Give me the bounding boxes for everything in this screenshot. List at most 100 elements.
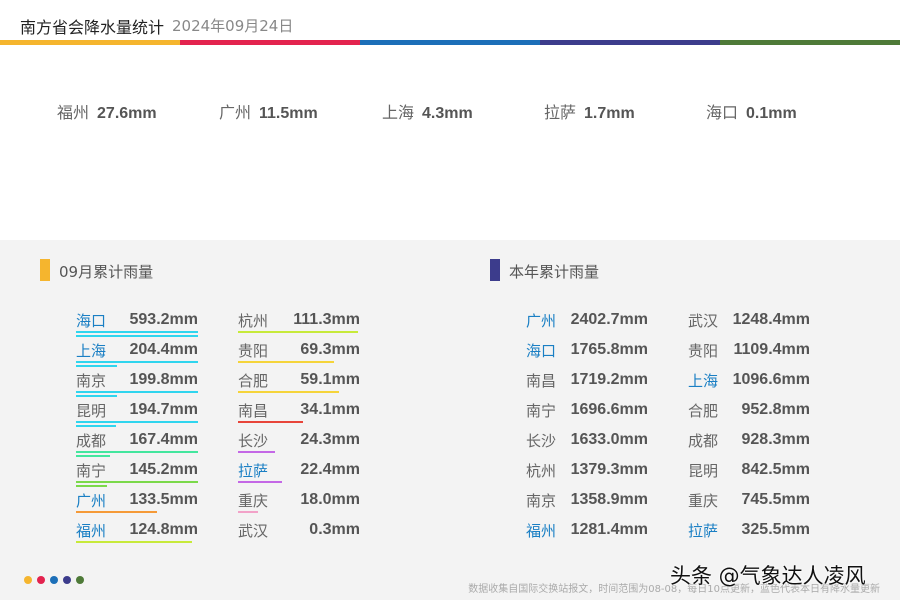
city-name: 昆明 <box>76 402 107 420</box>
page-date: 2024年09月24日 <box>172 17 294 35</box>
city-name: 拉萨 <box>238 462 269 480</box>
yearly-row: 南京 1358.9mm <box>526 490 648 520</box>
rain-bar <box>238 391 339 393</box>
yearly-row: 武汉 1248.4mm <box>688 310 810 340</box>
precipitation-value: 199.8mm <box>129 371 199 388</box>
precipitation-value: 69.3mm <box>300 341 360 358</box>
rain-bar <box>76 365 117 367</box>
precipitation-value: 145.2mm <box>129 461 199 478</box>
yearly-row: 上海 1096.6mm <box>688 370 810 400</box>
rain-bar <box>76 485 107 487</box>
city-name: 拉萨 <box>688 522 719 540</box>
today-item: 拉萨 1.7mm <box>544 99 635 123</box>
rain-bar <box>76 481 198 483</box>
precipitation-value: 1379.3mm <box>570 461 648 478</box>
city-name: 南京 <box>76 372 107 390</box>
city-name: 合肥 <box>688 402 719 420</box>
yearly-row: 南宁 1696.6mm <box>526 400 648 430</box>
rain-bar <box>76 421 198 423</box>
city-name: 杭州 <box>526 462 557 480</box>
rain-bar <box>238 511 258 513</box>
color-dot <box>24 576 32 584</box>
city-name: 南昌 <box>238 402 269 420</box>
precipitation-value: 111.3mm <box>293 311 360 328</box>
precipitation-value: 1719.2mm <box>570 371 648 388</box>
monthly-row: 福州 124.8mm <box>76 520 198 550</box>
precipitation-value: 59.1mm <box>300 371 360 388</box>
rain-bar <box>76 335 198 337</box>
precipitation-value: 928.3mm <box>741 431 811 448</box>
yearly-title: 本年累计雨量 <box>509 263 600 281</box>
precipitation-value: 4.3mm <box>422 105 473 122</box>
yearly-row: 杭州 1379.3mm <box>526 460 648 490</box>
city-name: 广州 <box>76 492 107 510</box>
yearly-row: 福州 1281.4mm <box>526 520 648 550</box>
yearly-row: 重庆 745.5mm <box>688 490 810 520</box>
city-name: 福州 <box>57 103 90 122</box>
monthly-row: 上海 204.4mm <box>76 340 198 370</box>
city-name: 南宁 <box>76 462 107 480</box>
rain-bar <box>76 455 110 457</box>
city-name: 海口 <box>706 103 739 122</box>
monthly-row: 成都 167.4mm <box>76 430 198 460</box>
precipitation-value: 24.3mm <box>300 431 360 448</box>
city-name: 合肥 <box>238 372 269 390</box>
city-name: 贵阳 <box>688 342 719 360</box>
city-name: 南京 <box>526 492 557 510</box>
precipitation-value: 593.2mm <box>129 311 199 328</box>
city-name: 上海 <box>76 342 107 360</box>
today-item: 福州 27.6mm <box>57 99 157 123</box>
precipitation-value: 27.6mm <box>97 105 157 122</box>
precipitation-value: 11.5mm <box>259 105 318 122</box>
city-name: 上海 <box>382 103 415 122</box>
monthly-row: 杭州 111.3mm <box>238 310 360 340</box>
precipitation-value: 745.5mm <box>741 491 811 508</box>
yearly-row: 广州 2402.7mm <box>526 310 648 340</box>
rain-bar <box>76 391 198 393</box>
rain-bar <box>76 361 198 363</box>
color-dot <box>37 576 45 584</box>
yearly-row: 拉萨 325.5mm <box>688 520 810 550</box>
rain-bar <box>238 481 282 483</box>
precipitation-value: 842.5mm <box>741 461 811 478</box>
city-name: 贵阳 <box>238 342 269 360</box>
monthly-row: 南宁 145.2mm <box>76 460 198 490</box>
city-name: 长沙 <box>526 432 557 450</box>
monthly-row: 南昌 34.1mm <box>238 400 360 430</box>
yearly-row: 昆明 842.5mm <box>688 460 810 490</box>
monthly-row: 武汉 0.3mm <box>238 520 360 550</box>
monthly-title: 09月累计雨量 <box>59 263 154 281</box>
precipitation-value: 1248.4mm <box>732 311 810 328</box>
monthly-row: 南京 199.8mm <box>76 370 198 400</box>
monthly-row: 贵阳 69.3mm <box>238 340 360 370</box>
monthly-row: 拉萨 22.4mm <box>238 460 360 490</box>
city-name: 海口 <box>76 312 107 330</box>
city-name: 成都 <box>688 432 719 450</box>
precipitation-value: 1633.0mm <box>570 431 648 448</box>
precipitation-value: 204.4mm <box>129 341 199 358</box>
rain-bar <box>238 421 303 423</box>
today-precipitation-section: 福州 27.6mm 广州 11.5mm 上海 4.3mm 拉萨 1.7mm 海口 0.1mm <box>0 45 900 240</box>
precipitation-value: 1696.6mm <box>570 401 648 418</box>
precipitation-value: 0.3mm <box>309 521 360 538</box>
city-name: 福州 <box>76 522 107 540</box>
precipitation-value: 0.1mm <box>746 105 797 122</box>
precipitation-value: 22.4mm <box>300 461 360 478</box>
precipitation-value: 1358.9mm <box>570 491 648 508</box>
color-dot <box>50 576 58 584</box>
color-dot <box>63 576 71 584</box>
yearly-row: 成都 928.3mm <box>688 430 810 460</box>
precipitation-value: 1765.8mm <box>570 341 648 358</box>
section-marker <box>40 259 50 281</box>
monthly-row: 广州 133.5mm <box>76 490 198 520</box>
precipitation-value: 325.5mm <box>741 521 811 538</box>
city-name: 南昌 <box>526 372 557 390</box>
yearly-row: 长沙 1633.0mm <box>526 430 648 460</box>
rain-bar <box>76 451 198 453</box>
city-name: 海口 <box>526 342 557 360</box>
precipitation-value: 34.1mm <box>300 401 360 418</box>
precipitation-value: 133.5mm <box>129 491 199 508</box>
precipitation-value: 1281.4mm <box>570 521 648 538</box>
yearly-row: 合肥 952.8mm <box>688 400 810 430</box>
city-name: 长沙 <box>238 432 269 450</box>
